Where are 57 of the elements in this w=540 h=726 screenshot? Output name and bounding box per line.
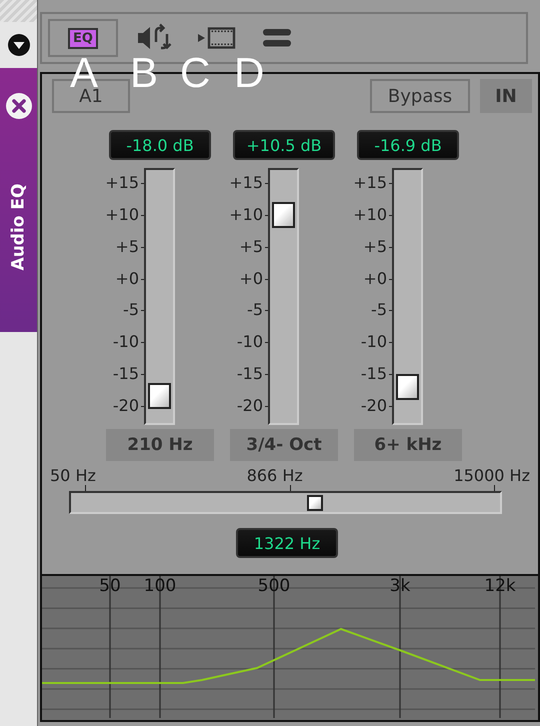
gain-slider-track[interactable] — [268, 168, 299, 425]
scale-label: -20 — [112, 396, 144, 416]
scale-label: +5 — [239, 236, 268, 257]
gain-readout: -18.0 dB — [109, 130, 211, 160]
axis-label: 50 — [99, 576, 121, 596]
scale-label: +0 — [363, 268, 392, 289]
band-label: 3/4- Oct — [230, 429, 338, 461]
scale-label: -5 — [371, 300, 392, 320]
menu-icon — [262, 28, 292, 48]
scale-label: +0 — [239, 268, 268, 289]
scale-label: -10 — [112, 332, 144, 352]
gain-readout: -16.9 dB — [357, 130, 459, 160]
scale-label: +15 — [229, 173, 268, 193]
band-label: 210 Hz — [106, 429, 214, 461]
gain-readout: +10.5 dB — [233, 130, 335, 160]
band-label: 6+ kHz — [354, 429, 462, 461]
scale-label: -10 — [360, 332, 392, 352]
sidebar-tab[interactable]: Audio EQ — [0, 68, 37, 332]
scale-label: -15 — [236, 364, 268, 384]
scale-label: +10 — [229, 204, 268, 225]
slider-thumb[interactable] — [306, 495, 323, 511]
scale-label: +15 — [353, 173, 392, 193]
scale-label: -5 — [123, 300, 144, 320]
axis-label: 3k — [390, 576, 410, 596]
hatched-strip — [0, 0, 37, 22]
axis-label: 500 — [258, 576, 290, 596]
frequency-slider-track[interactable] — [68, 491, 502, 514]
slider-thumb[interactable] — [272, 202, 295, 228]
slider-thumb[interactable] — [148, 383, 171, 410]
axis-label: 100 — [144, 576, 176, 596]
in-toggle[interactable]: IN — [480, 79, 532, 113]
scale-label: -15 — [360, 364, 392, 384]
gain-slider-track[interactable] — [392, 168, 423, 425]
scale-label: +0 — [115, 268, 144, 289]
slider-thumb[interactable] — [396, 374, 419, 400]
scale-label: +5 — [363, 236, 392, 257]
scale-label: -10 — [236, 332, 268, 352]
scale-label: -15 — [112, 364, 144, 384]
scale-label: 15000 Hz — [454, 467, 530, 485]
film-icon — [198, 27, 236, 49]
scale-label: +15 — [105, 173, 144, 193]
scale-label: +10 — [353, 204, 392, 225]
scale-label: 866 Hz — [246, 467, 303, 485]
scale-label: -20 — [360, 396, 392, 416]
eq-button[interactable]: EQ — [48, 19, 118, 57]
tab-title: Audio EQ — [8, 184, 28, 270]
scale-label: +10 — [105, 204, 144, 225]
scale-label: 50 Hz — [50, 467, 96, 485]
scale-label: -5 — [247, 300, 268, 320]
frequency-readout: 1322 Hz — [236, 528, 338, 558]
gain-slider-track[interactable] — [144, 168, 175, 425]
scale-label: -20 — [236, 396, 268, 416]
collapse-icon[interactable] — [8, 34, 30, 56]
scale-label: +5 — [115, 236, 144, 257]
close-icon[interactable] — [6, 93, 32, 119]
bypass-toggle[interactable]: Bypass — [370, 79, 470, 113]
axis-label: 12k — [484, 576, 516, 596]
